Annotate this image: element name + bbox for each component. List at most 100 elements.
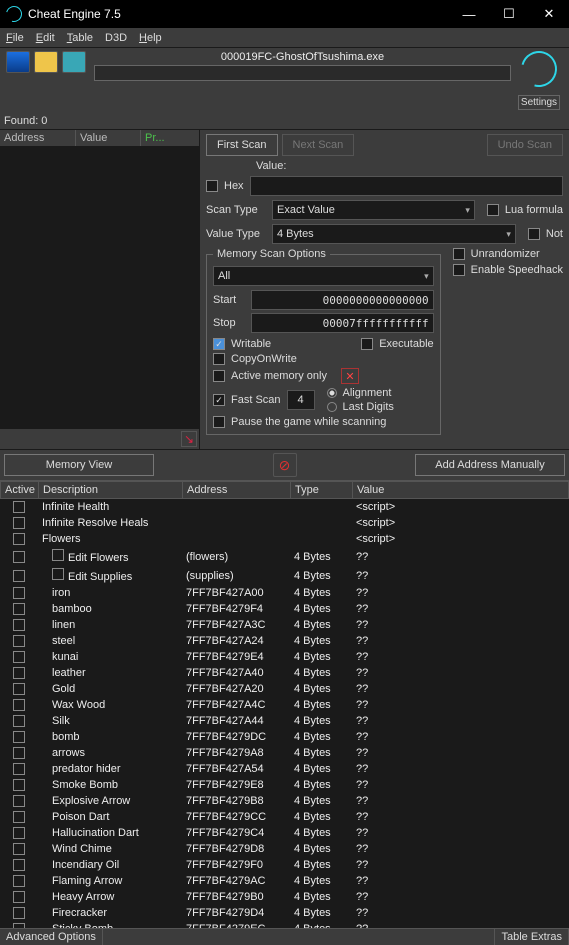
entry-active-checkbox[interactable] xyxy=(13,651,25,663)
entry-active-checkbox[interactable] xyxy=(13,795,25,807)
table-row[interactable]: steel7FF7BF427A244 Bytes?? xyxy=(0,633,569,649)
close-x-icon[interactable]: ✕ xyxy=(341,368,359,384)
scantype-select[interactable]: Exact Value▾ xyxy=(272,200,475,220)
entry-active-checkbox[interactable] xyxy=(13,683,25,695)
add-to-table-icon[interactable]: ↘ xyxy=(181,431,197,447)
open-file-button[interactable] xyxy=(34,51,58,73)
entry-active-checkbox[interactable] xyxy=(13,747,25,759)
minimize-button[interactable]: — xyxy=(449,0,489,28)
results-col-value[interactable]: Value xyxy=(75,130,140,146)
table-row[interactable]: Wax Wood7FF7BF427A4C4 Bytes?? xyxy=(0,697,569,713)
results-col-address[interactable]: Address xyxy=(0,130,75,146)
fastscan-value-input[interactable] xyxy=(287,390,315,410)
entry-active-checkbox[interactable] xyxy=(13,619,25,631)
entry-active-checkbox[interactable] xyxy=(13,779,25,791)
close-button[interactable]: ✕ xyxy=(529,0,569,28)
menu-table[interactable]: Table xyxy=(67,32,93,44)
valuetype-select[interactable]: 4 Bytes▾ xyxy=(272,224,516,244)
maximize-button[interactable]: ☐ xyxy=(489,0,529,28)
table-row[interactable]: Wind Chime7FF7BF4279D84 Bytes?? xyxy=(0,841,569,857)
entry-active-checkbox[interactable] xyxy=(13,501,25,513)
menu-d3d[interactable]: D3D xyxy=(105,32,127,44)
entry-active-checkbox[interactable] xyxy=(13,551,25,563)
table-row[interactable]: Silk7FF7BF427A444 Bytes?? xyxy=(0,713,569,729)
table-row[interactable]: Smoke Bomb7FF7BF4279E84 Bytes?? xyxy=(0,777,569,793)
entry-active-checkbox[interactable] xyxy=(13,843,25,855)
table-row[interactable]: Gold7FF7BF427A204 Bytes?? xyxy=(0,681,569,697)
entry-active-checkbox[interactable] xyxy=(13,533,25,545)
col-value[interactable]: Value xyxy=(352,481,569,499)
table-row[interactable]: linen7FF7BF427A3C4 Bytes?? xyxy=(0,617,569,633)
entry-active-checkbox[interactable] xyxy=(13,811,25,823)
entry-active-checkbox[interactable] xyxy=(13,891,25,903)
table-row[interactable]: Edit Supplies(supplies)4 Bytes?? xyxy=(0,566,569,585)
start-address-input[interactable] xyxy=(251,290,434,310)
table-row[interactable]: Flowers<script> xyxy=(0,531,569,547)
stop-address-input[interactable] xyxy=(251,313,434,333)
memory-view-button[interactable]: Memory View xyxy=(4,454,154,476)
first-scan-button[interactable]: First Scan xyxy=(206,134,278,156)
entry-active-checkbox[interactable] xyxy=(13,731,25,743)
table-row[interactable]: Poison Dart7FF7BF4279CC4 Bytes?? xyxy=(0,809,569,825)
address-list[interactable]: Active Description Address Type Value In… xyxy=(0,480,569,928)
table-row[interactable]: Incendiary Oil7FF7BF4279F04 Bytes?? xyxy=(0,857,569,873)
table-row[interactable]: Infinite Resolve Heals<script> xyxy=(0,515,569,531)
table-row[interactable]: bomb7FF7BF4279DC4 Bytes?? xyxy=(0,729,569,745)
entry-expand-checkbox[interactable] xyxy=(52,568,64,580)
entry-expand-checkbox[interactable] xyxy=(52,549,64,561)
menu-edit[interactable]: Edit xyxy=(36,32,55,44)
executable-checkbox[interactable] xyxy=(361,338,373,350)
entry-active-checkbox[interactable] xyxy=(13,907,25,919)
open-process-button[interactable] xyxy=(6,51,30,73)
hex-checkbox[interactable] xyxy=(206,180,218,192)
table-row[interactable]: Flaming Arrow7FF7BF4279AC4 Bytes?? xyxy=(0,873,569,889)
pause-game-checkbox[interactable] xyxy=(213,416,225,428)
entry-active-checkbox[interactable] xyxy=(13,875,25,887)
table-row[interactable]: bamboo7FF7BF4279F44 Bytes?? xyxy=(0,601,569,617)
table-row[interactable]: leather7FF7BF427A404 Bytes?? xyxy=(0,665,569,681)
entry-active-checkbox[interactable] xyxy=(13,763,25,775)
table-row[interactable]: Hallucination Dart7FF7BF4279C44 Bytes?? xyxy=(0,825,569,841)
entry-active-checkbox[interactable] xyxy=(13,570,25,582)
table-row[interactable]: arrows7FF7BF4279A84 Bytes?? xyxy=(0,745,569,761)
table-row[interactable]: Edit Flowers(flowers)4 Bytes?? xyxy=(0,547,569,566)
unrandomizer-checkbox[interactable] xyxy=(453,248,465,260)
entry-active-checkbox[interactable] xyxy=(13,517,25,529)
table-row[interactable]: Heavy Arrow7FF7BF4279B04 Bytes?? xyxy=(0,889,569,905)
writable-checkbox[interactable] xyxy=(213,338,225,350)
not-checkbox[interactable] xyxy=(528,228,540,240)
memory-range-select[interactable]: All▾ xyxy=(213,266,434,286)
activemem-checkbox[interactable] xyxy=(213,370,225,382)
menu-file[interactable]: File xyxy=(6,32,24,44)
table-row[interactable]: kunai7FF7BF4279E44 Bytes?? xyxy=(0,649,569,665)
save-button[interactable] xyxy=(62,51,86,73)
lastdigits-radio[interactable] xyxy=(327,402,337,412)
menu-help[interactable]: Help xyxy=(139,32,162,44)
copyonwrite-checkbox[interactable] xyxy=(213,353,225,365)
entry-active-checkbox[interactable] xyxy=(13,635,25,647)
add-address-manually-button[interactable]: Add Address Manually xyxy=(415,454,565,476)
advanced-options-button[interactable]: Advanced Options xyxy=(0,929,103,945)
col-description[interactable]: Description xyxy=(38,481,182,499)
no-entry-icon[interactable]: ⊘ xyxy=(273,453,297,477)
col-address[interactable]: Address xyxy=(182,481,290,499)
cheat-engine-logo[interactable] xyxy=(521,51,563,93)
table-extras-button[interactable]: Table Extras xyxy=(495,929,569,945)
entry-active-checkbox[interactable] xyxy=(13,603,25,615)
value-input[interactable] xyxy=(250,176,563,196)
table-row[interactable]: Sticky Bomb7FF7BF4279EC4 Bytes?? xyxy=(0,921,569,928)
entry-active-checkbox[interactable] xyxy=(13,859,25,871)
alignment-radio[interactable] xyxy=(327,388,337,398)
fastscan-checkbox[interactable] xyxy=(213,394,225,406)
table-row[interactable]: iron7FF7BF427A004 Bytes?? xyxy=(0,585,569,601)
lua-formula-checkbox[interactable] xyxy=(487,204,499,216)
table-row[interactable]: Firecracker7FF7BF4279D44 Bytes?? xyxy=(0,905,569,921)
titlebar[interactable]: Cheat Engine 7.5 — ☐ ✕ xyxy=(0,0,569,28)
col-active[interactable]: Active xyxy=(0,481,38,499)
table-row[interactable]: Infinite Health<script> xyxy=(0,499,569,515)
col-type[interactable]: Type xyxy=(290,481,352,499)
settings-link[interactable]: Settings xyxy=(518,95,560,110)
entry-active-checkbox[interactable] xyxy=(13,715,25,727)
entry-active-checkbox[interactable] xyxy=(13,827,25,839)
table-row[interactable]: predator hider7FF7BF427A544 Bytes?? xyxy=(0,761,569,777)
